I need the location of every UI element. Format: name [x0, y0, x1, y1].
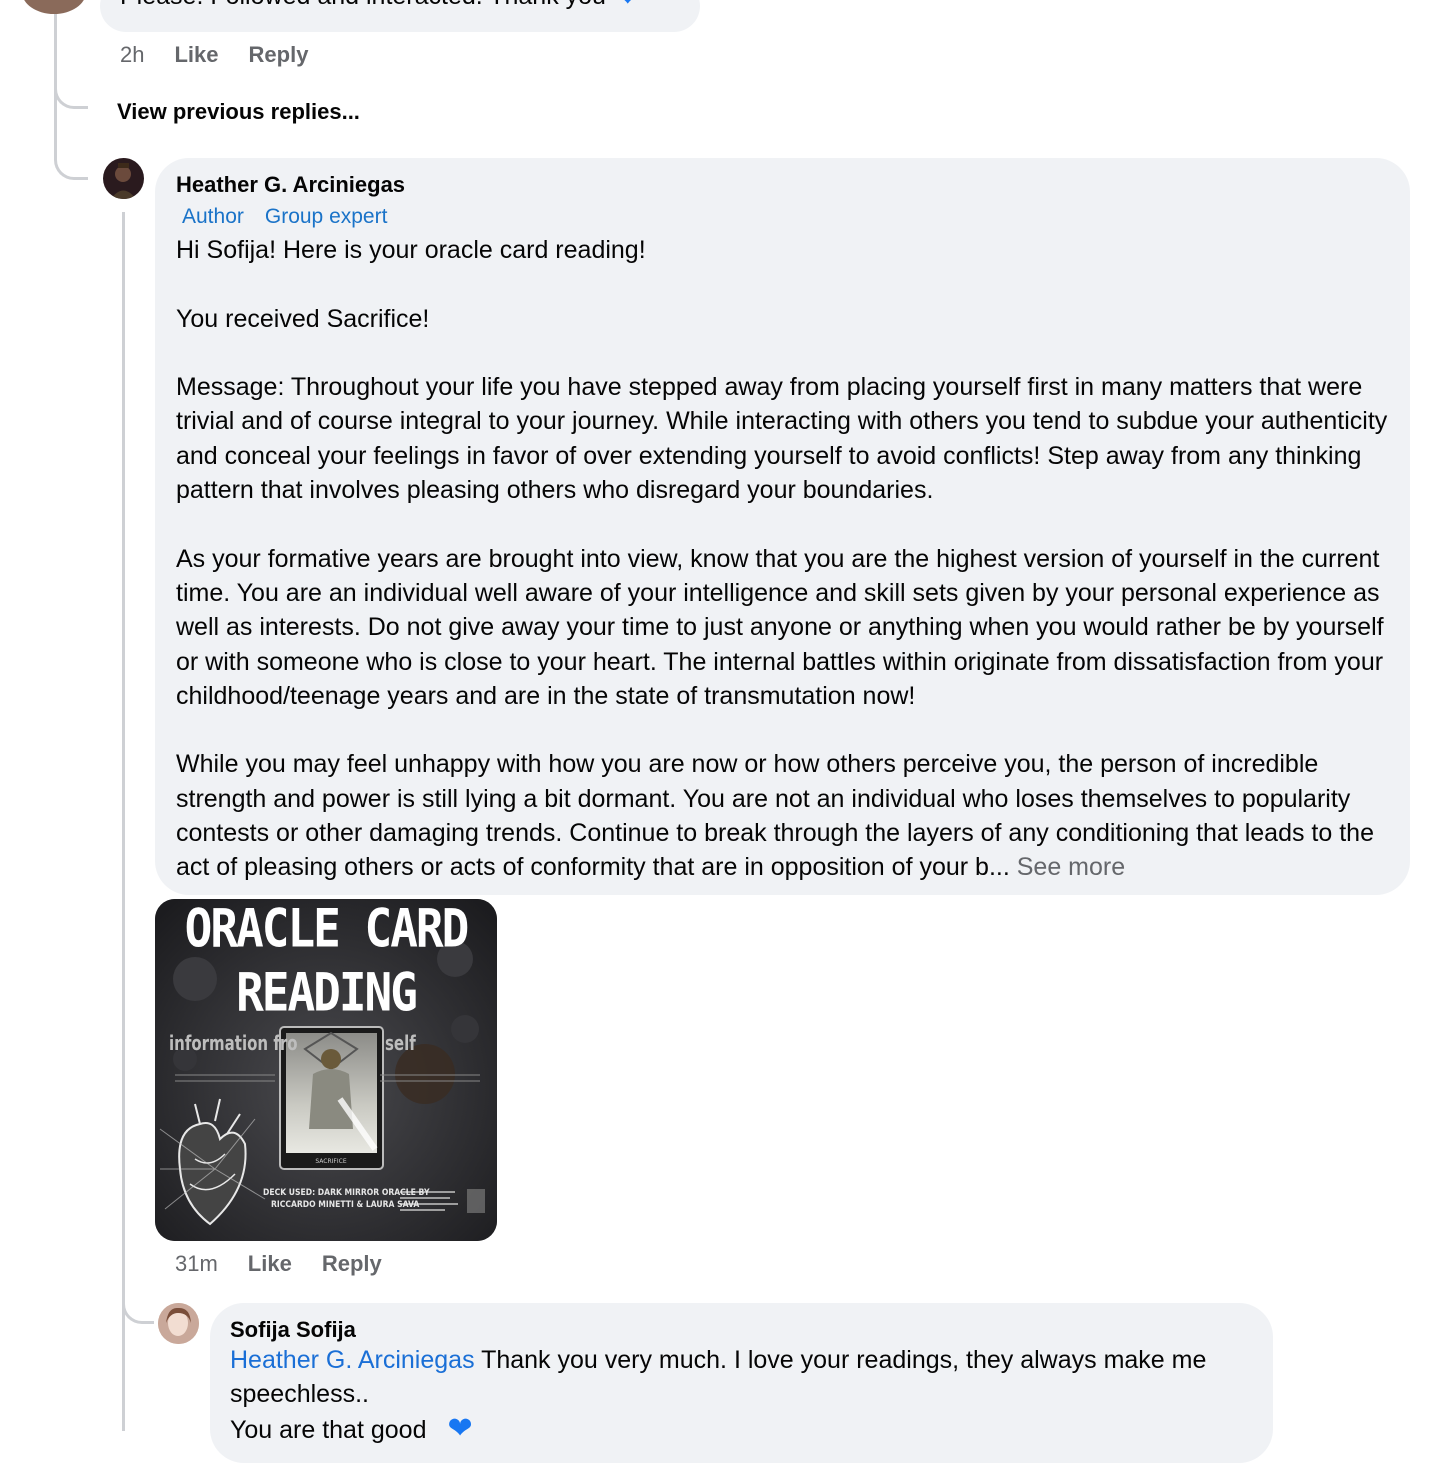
reply-actions: 31m Like Reply — [175, 1251, 382, 1277]
like-button[interactable]: Like — [174, 42, 218, 68]
reply-text-line2: You are that good — [230, 1415, 427, 1444]
see-more-link[interactable]: See more — [1017, 853, 1125, 881]
author-badges: Author Group expert — [182, 205, 387, 229]
thread-curve-reply — [54, 140, 88, 180]
mention-link[interactable]: Heather G. Arciniegas — [230, 1346, 475, 1374]
comment-text: Please. Followed and interacted. Thank y… — [120, 0, 606, 11]
avatar-image — [111, 163, 136, 199]
oracle-card-image[interactable]: SACRIFICE ORACLE CARD READING informatio… — [155, 899, 497, 1241]
avatar[interactable] — [158, 1303, 199, 1344]
group-expert-badge: Group expert — [264, 205, 388, 228]
reply-text: Hi Sofija! Here is your oracle card read… — [176, 233, 1396, 885]
image-subtitle: information fro — [169, 1031, 298, 1055]
comment-bubble: Please. Followed and interacted. Thank y… — [100, 0, 700, 32]
reply-paragraph: Hi Sofija! Here is your oracle card read… — [176, 236, 646, 264]
thread-line-nested — [122, 212, 125, 1431]
timestamp: 2h — [120, 42, 145, 67]
avatar[interactable] — [103, 158, 144, 199]
deck-credit-line2: RICCARDO MINETTI & LAURA SAVA — [271, 1200, 420, 1210]
reply-button[interactable]: Reply — [249, 42, 309, 68]
author-name[interactable]: Heather G. Arciniegas — [176, 172, 405, 198]
reply-paragraph: You received Sacrifice! — [176, 304, 430, 333]
like-button[interactable]: Like — [248, 1251, 292, 1277]
reply-bubble: Heather G. Arciniegas Author Group exper… — [155, 158, 1410, 895]
avatar[interactable] — [22, 0, 86, 14]
reply-bubble: Sofija Sofija Heather G. Arciniegas Than… — [210, 1303, 1273, 1463]
heart-icon: ❤ — [616, 0, 639, 11]
heart-icon: ❤ — [447, 1411, 473, 1445]
deck-credit-line1: DECK USED: DARK MIRROR ORACLE BY — [263, 1188, 430, 1198]
reply-text: Heather G. Arciniegas Thank you very muc… — [230, 1343, 1260, 1447]
image-subtitle-right: self — [385, 1031, 416, 1055]
author-badge: Author — [182, 205, 244, 228]
image-title-line2: READING — [236, 960, 418, 1024]
view-previous-replies-link[interactable]: View previous replies... — [117, 99, 360, 125]
reply-paragraph: As your formative years are brought into… — [176, 544, 1384, 710]
thread-curve-previous — [54, 75, 88, 109]
card-caption: SACRIFICE — [315, 1158, 346, 1165]
reply-button[interactable]: Reply — [322, 1251, 382, 1277]
image-title-line1: ORACLE CARD — [184, 899, 470, 960]
avatar-image — [158, 1303, 199, 1344]
timestamp: 31m — [175, 1251, 218, 1276]
thread-curve-sofija — [122, 1290, 154, 1324]
reply-paragraph: While you may feel unhappy with how you … — [176, 750, 1374, 882]
reply-paragraph: Message: Throughout your life you have s… — [176, 373, 1388, 505]
author-name[interactable]: Sofija Sofija — [230, 1317, 356, 1343]
comment-actions: 2h Like Reply — [120, 42, 308, 68]
